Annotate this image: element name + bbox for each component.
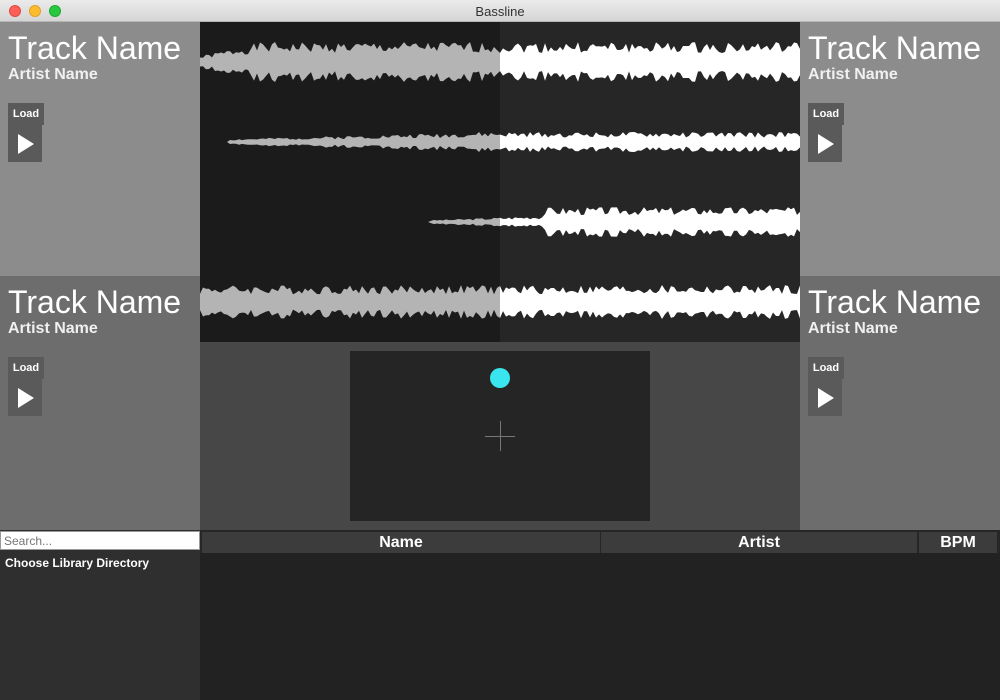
load-button[interactable]: Load — [808, 357, 844, 379]
center-panel — [200, 342, 800, 530]
title-bar: Bassline — [0, 0, 1000, 22]
choose-library-directory-link[interactable]: Choose Library Directory — [5, 556, 149, 570]
track-table: Name Artist BPM — [200, 530, 1000, 700]
artist-name: Artist Name — [808, 66, 898, 83]
deck-bottom-right: Track Name Artist Name Load — [800, 276, 1000, 530]
table-header: Name Artist BPM — [200, 530, 1000, 553]
column-header-artist[interactable]: Artist — [601, 532, 917, 553]
play-icon — [18, 388, 34, 408]
artist-name: Artist Name — [808, 320, 898, 337]
track-name: Track Name — [808, 30, 982, 66]
library-sidebar: Choose Library Directory — [0, 530, 200, 700]
waveform-lane-4 — [500, 285, 800, 319]
waveform-lane-2 — [200, 132, 500, 152]
load-button[interactable]: Load — [8, 103, 44, 125]
play-button[interactable] — [8, 379, 42, 416]
load-button[interactable]: Load — [808, 103, 844, 125]
window-title: Bassline — [475, 4, 525, 19]
track-name: Track Name — [8, 30, 182, 66]
artist-name: Artist Name — [8, 66, 98, 83]
track-name: Track Name — [8, 284, 182, 320]
play-icon — [18, 134, 34, 154]
waveform-lane-2 — [500, 132, 800, 152]
xy-pad-handle[interactable] — [490, 368, 510, 388]
deck-bottom-left: Track Name Artist Name Load — [0, 276, 200, 530]
column-header-bpm[interactable]: BPM — [919, 532, 997, 553]
track-name: Track Name — [808, 284, 982, 320]
play-button[interactable] — [8, 125, 42, 162]
column-header-name[interactable]: Name — [202, 532, 600, 553]
load-button[interactable]: Load — [8, 357, 44, 379]
play-button[interactable] — [808, 379, 842, 416]
xy-pad[interactable] — [350, 351, 650, 521]
waveform-lane-1 — [500, 42, 800, 82]
waveform-lane-3 — [200, 217, 500, 227]
crosshair-icon — [500, 421, 501, 451]
waveform-canvas — [200, 42, 800, 319]
waveform-lane-3 — [500, 207, 800, 237]
play-icon — [818, 388, 834, 408]
waveform-lane-1 — [200, 42, 500, 82]
deck-top-right: Track Name Artist Name Load — [800, 22, 1000, 276]
waveform-lane-4 — [200, 285, 500, 319]
search-input[interactable] — [0, 531, 200, 550]
play-icon — [818, 134, 834, 154]
play-button[interactable] — [808, 125, 842, 162]
waveform-display[interactable] — [200, 22, 800, 342]
artist-name: Artist Name — [8, 320, 98, 337]
deck-top-left: Track Name Artist Name Load — [0, 22, 200, 276]
